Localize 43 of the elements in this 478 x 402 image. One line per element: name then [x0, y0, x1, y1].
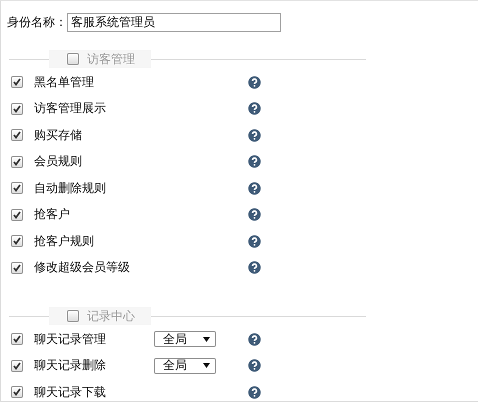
- checkbox[interactable]: [67, 53, 79, 65]
- checkbox[interactable]: [11, 360, 23, 372]
- help-icon[interactable]: [248, 182, 261, 195]
- permission-label: 抢客户: [34, 206, 71, 224]
- help-icon[interactable]: [248, 359, 261, 372]
- section-title: 访客管理: [87, 50, 135, 68]
- checkbox[interactable]: [11, 208, 23, 221]
- help-icon[interactable]: [248, 208, 261, 222]
- permission-label: 聊天记录删除: [34, 357, 107, 374]
- scope-dropdown[interactable]: 全局: [154, 358, 216, 374]
- checkbox[interactable]: [11, 333, 23, 346]
- identity-name-field[interactable]: 客服系统管理员: [67, 12, 281, 32]
- checkbox[interactable]: [11, 235, 23, 248]
- help-icon[interactable]: [248, 332, 261, 346]
- checkbox[interactable]: [11, 182, 23, 194]
- scope-dropdown[interactable]: 全局: [154, 331, 216, 348]
- checkbox[interactable]: [11, 102, 23, 115]
- help-icon[interactable]: [248, 261, 261, 274]
- section-title: 记录中心: [87, 308, 135, 324]
- checkbox[interactable]: [11, 156, 23, 168]
- help-icon[interactable]: [248, 386, 261, 399]
- permission-label: 黑名单管理: [34, 74, 95, 91]
- permission-label: 自动删除规则: [34, 180, 107, 197]
- permission-label: 会员规则: [34, 153, 83, 170]
- permission-label: 访客管理展示: [34, 100, 107, 118]
- help-icon[interactable]: [248, 76, 261, 89]
- checkbox[interactable]: [11, 129, 23, 142]
- checkbox[interactable]: [67, 310, 79, 322]
- permission-label: 抢客户规则: [34, 232, 95, 250]
- field-label: 身份名称：: [7, 14, 67, 30]
- permission-label: 聊天记录下载: [34, 384, 107, 401]
- permission-label: 购买存储: [34, 126, 83, 144]
- help-icon[interactable]: [248, 155, 261, 168]
- help-icon[interactable]: [248, 102, 261, 116]
- dropdown-arrow-icon: [203, 363, 210, 368]
- checkbox[interactable]: [11, 262, 23, 274]
- dropdown-arrow-icon: [203, 336, 210, 342]
- permission-label: 聊天记录管理: [34, 330, 107, 348]
- help-icon[interactable]: [248, 128, 261, 142]
- checkbox[interactable]: [11, 386, 23, 398]
- permission-label: 修改超级会员等级: [34, 259, 131, 276]
- checkbox[interactable]: [11, 76, 23, 88]
- help-icon[interactable]: [248, 234, 261, 248]
